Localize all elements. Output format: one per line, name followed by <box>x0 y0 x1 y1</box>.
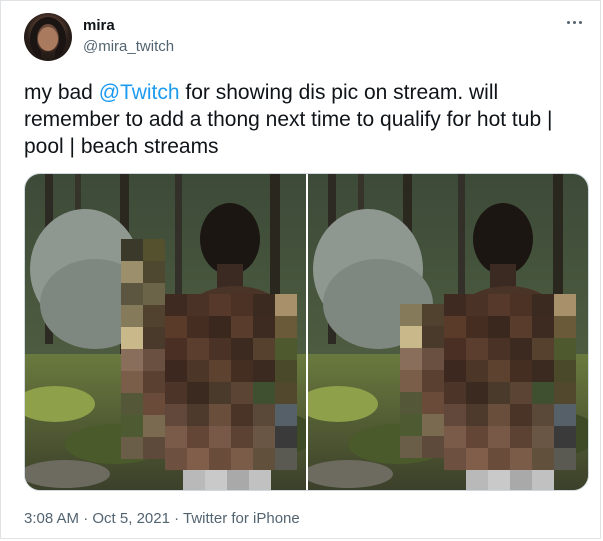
user-handle[interactable]: @mira_twitch <box>83 38 174 55</box>
meta-separator: · <box>79 510 93 527</box>
tweet-date: Oct 5, 2021 <box>92 510 170 527</box>
tweet-meta: 3:08 AM · Oct 5, 2021 · Twitter for iPho… <box>24 510 300 527</box>
more-horizontal-icon[interactable] <box>567 17 587 27</box>
mention-link[interactable]: @Twitch <box>99 81 180 104</box>
avatar-face <box>38 27 58 51</box>
avatar[interactable] <box>24 13 72 61</box>
tweet-text: my bad @Twitch for showing dis pic on st… <box>24 79 584 160</box>
meta-separator-2: · <box>169 510 184 527</box>
tweet-card: mira @mira_twitch my bad @Twitch for sho… <box>0 0 601 539</box>
tweet-time: 3:08 AM <box>24 510 80 527</box>
tweet-photo-2[interactable] <box>307 174 588 490</box>
tweet-photo-1[interactable] <box>25 174 306 490</box>
media-grid <box>24 173 589 491</box>
tweet-time-link[interactable]: 3:08 AM · Oct 5, 2021 <box>24 510 170 527</box>
tweet-text-before: my bad <box>24 81 99 104</box>
tweet-source-link[interactable]: Twitter for iPhone <box>183 510 300 527</box>
display-name[interactable]: mira <box>83 17 115 34</box>
